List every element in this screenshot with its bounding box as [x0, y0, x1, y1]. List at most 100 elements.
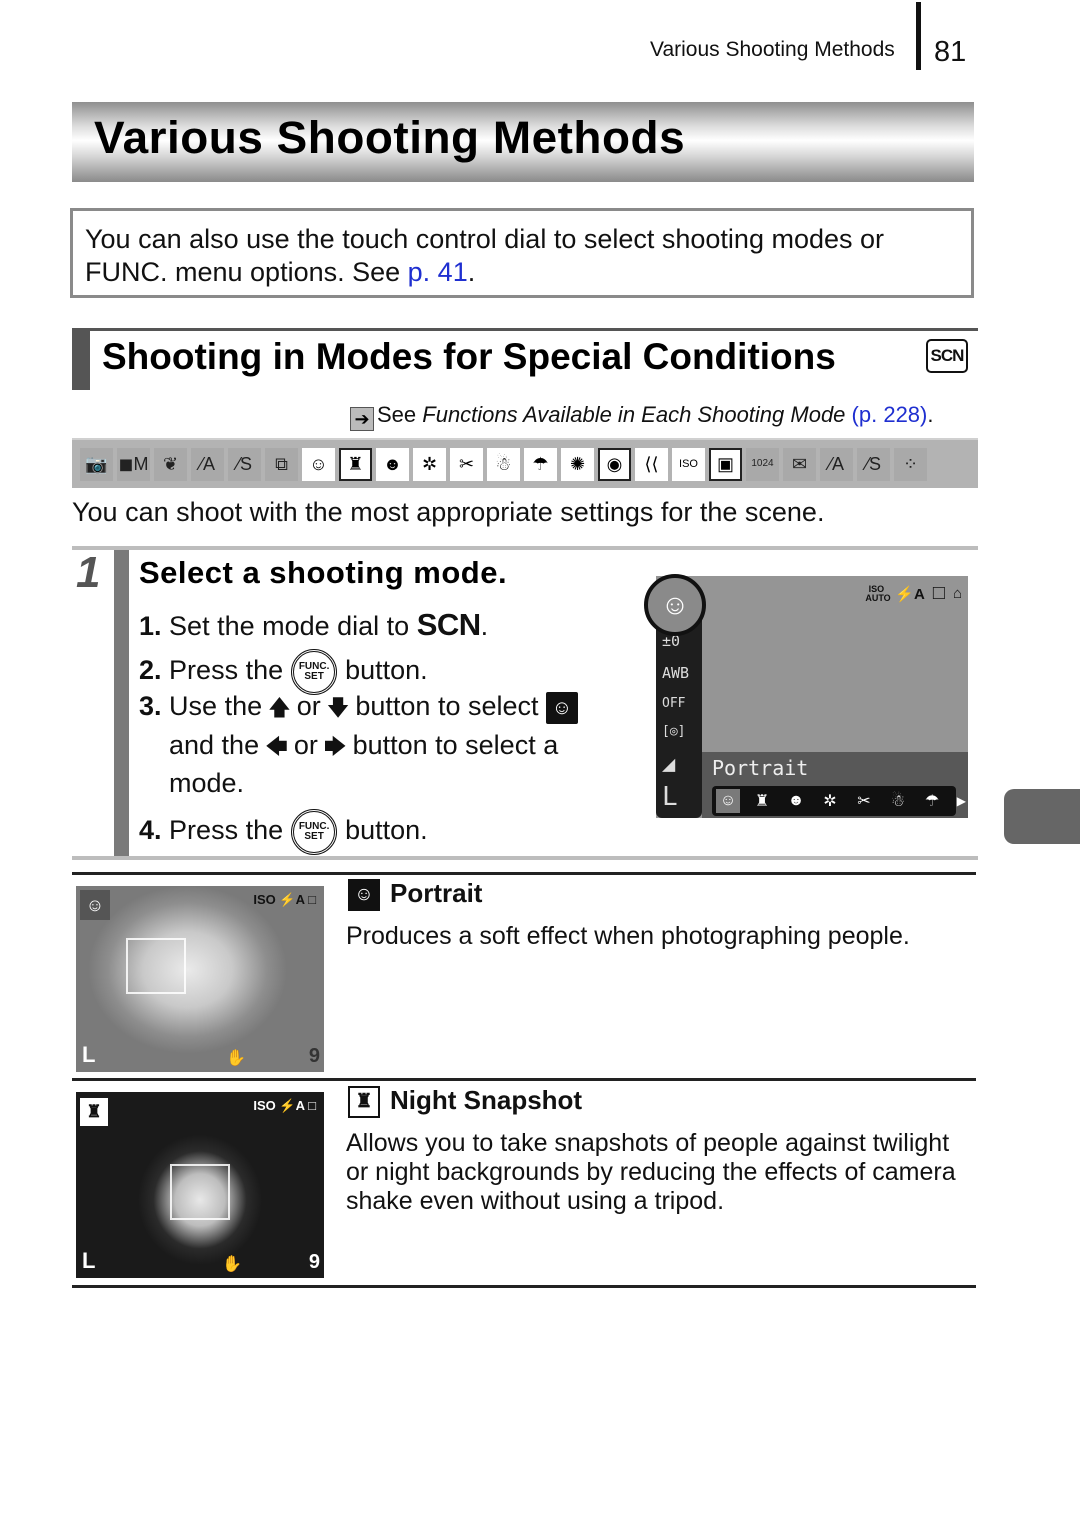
cross-reference: ➔ See Functions Available in Each Shootin…: [350, 402, 934, 431]
mode-description: Allows you to take snapshots of people a…: [346, 1129, 956, 1215]
digital-macro-icon: ❦: [154, 447, 187, 481]
substep-1: 1. Set the mode dial to SCN.: [139, 607, 488, 643]
page-41-link[interactable]: p. 41: [408, 257, 468, 287]
step-bottom-rule: [72, 856, 978, 860]
lcd-kids-pets-icon: ☻: [787, 792, 805, 809]
mode-name: Portrait: [390, 878, 483, 908]
note-box: You can also use the touch control dial …: [70, 208, 974, 298]
func-set-button-icon: FUNC. SET: [291, 649, 338, 695]
page-number: 81: [934, 36, 967, 68]
camera-shake-icon: ✋: [222, 1256, 242, 1273]
beach-icon: ☂: [524, 447, 557, 481]
see-topic: Functions Available in Each Shooting Mod…: [422, 402, 846, 427]
status-icons: ISO ⚡A □: [253, 892, 316, 908]
aquarium-icon: ◉: [598, 447, 631, 481]
mode-heading-night-snapshot: ♜ Night Snapshot: [348, 1085, 583, 1119]
iso-3200-icon: ISO: [672, 447, 705, 481]
scn-dial-icon: SCN: [416, 607, 481, 642]
substep-text: button to select: [355, 691, 539, 721]
shots-remaining: 9: [308, 1045, 320, 1067]
chapter-title: Various Shooting Methods: [94, 112, 686, 163]
camera-lcd-screen: ±0 AWB OFF [◎] ◢ L ☺ ISO AUTO ⚡A □ ⌂ Por…: [644, 574, 968, 818]
scroll-right-icon: ▶: [956, 794, 966, 808]
mode-icon-strip: 📷 ◼M ❦ ⁄A ⁄S ⧉ ☺ ♜ ☻ ✲ ✂ ☃ ☂ ✺ ◉ ⟨⟨ ISO ▣ 1024 ✉ ⁄A ⁄S ⁘: [72, 438, 978, 488]
substep-text: Press the: [169, 815, 284, 846]
header-divider: [916, 2, 921, 70]
note-text: You can also use the touch control dial …: [85, 223, 965, 289]
flash-auto-icon: ⚡A: [895, 585, 925, 603]
row-rule: [72, 1285, 976, 1288]
movie-email-icon: ✉: [783, 447, 816, 481]
night-snapshot-icon: ♜: [80, 1098, 108, 1126]
resolution-label: L: [82, 1042, 96, 1067]
portrait-mode-icon: ☺: [348, 879, 380, 912]
note-text-body: You can also use the touch control dial …: [85, 224, 885, 287]
substep-4: 4. Press the FUNC. SET button.: [139, 809, 428, 855]
indoor-icon: ✲: [413, 447, 446, 481]
lcd-status-icons: ISO AUTO ⚡A □ ⌂: [865, 582, 962, 605]
resolution-label: L: [662, 782, 678, 812]
mode-heading-portrait: ☺ Portrait: [348, 878, 483, 912]
step-number: 1: [76, 548, 101, 597]
see-prefix: See: [377, 402, 423, 427]
row-rule: [72, 872, 976, 875]
substep-number: 3.: [139, 691, 162, 721]
lcd-beach-icon: ☂: [924, 793, 940, 810]
portrait-mode-icon: ☺: [546, 691, 579, 724]
iso-auto-icon: ISO AUTO: [865, 583, 891, 603]
substep-number: 2.: [139, 655, 162, 686]
step-title: Select a shooting mode.: [139, 555, 508, 590]
stitch-assist-icon: ⧉: [265, 447, 298, 481]
portrait-icon: ☺: [302, 447, 335, 481]
night-snapshot-icon: ♜: [339, 447, 372, 481]
auto-camera-icon: 📷: [80, 447, 113, 481]
portrait-sample-photo: ☺ ISO ⚡A □ L ✋ 9: [76, 886, 324, 1072]
set-label: SET: [304, 831, 324, 842]
section-marker-bar: [72, 328, 90, 390]
lcd-snow-icon: ☃: [890, 793, 906, 810]
arrow-down-icon: 🡇: [326, 695, 350, 720]
resolution-label: L: [82, 1248, 96, 1273]
substep-text-end: button.: [345, 655, 428, 686]
substep-text: Use the: [169, 691, 263, 721]
shots-remaining: 9: [308, 1251, 320, 1273]
flash-auto-icon: ⚡A: [279, 892, 305, 907]
metering-icon: [◎]: [662, 724, 686, 739]
section-rule: [72, 328, 978, 331]
kids-pets-icon: ☻: [376, 447, 409, 481]
drive-mode-icon: □: [932, 582, 945, 604]
lcd-mode-selector: Portrait ☺ ♜ ☻ ✲ ✂ ☃ ☂ ▶: [702, 752, 968, 818]
movie-1024-icon: 1024: [746, 447, 779, 481]
chapter-side-tab[interactable]: [1004, 789, 1080, 844]
foliage-icon: ✂: [450, 447, 483, 481]
row-rule: [72, 1078, 976, 1081]
face-detect-frame: [170, 1164, 230, 1220]
my-colors-label: OFF: [662, 696, 686, 711]
fireworks-icon: ✺: [561, 447, 594, 481]
page-228-link[interactable]: (p. 228): [852, 402, 928, 427]
face-detect-frame: [126, 938, 186, 994]
night-snapshot-icon: ♜: [348, 1086, 380, 1119]
section-title: Shooting in Modes for Special Conditions: [102, 336, 836, 377]
drive-mode-icon: □: [308, 892, 316, 907]
lcd-foliage-icon: ✂: [857, 793, 871, 810]
substep-2: 2. Press the FUNC. SET button.: [139, 649, 428, 695]
night-snapshot-sample-photo: ♜ ISO ⚡A □ L ✋ 9: [76, 1092, 324, 1278]
scn-mode-icon: SCN: [926, 339, 968, 373]
flash-auto-icon: ⚡A: [279, 1098, 305, 1113]
arrow-up-icon: 🡅: [268, 695, 291, 720]
running-header-title: Various Shooting Methods: [650, 38, 895, 61]
lcd-indoor-icon: ✲: [823, 793, 837, 810]
color-accent-icon: ⁄A: [191, 447, 224, 481]
movie-color-accent-icon: ⁄A: [820, 447, 853, 481]
mode-description: Produces a soft effect when photographin…: [346, 922, 910, 950]
arrow-right-icon: ➔: [350, 407, 374, 431]
func-set-button-icon: FUNC. SET: [291, 809, 338, 855]
substep-period: .: [480, 611, 489, 641]
movie-color-swap-icon: ⁄S: [857, 447, 890, 481]
substep-number: 4.: [139, 815, 162, 846]
movie-standard-icon: ▣: [709, 447, 742, 481]
mode-name: Night Snapshot: [390, 1085, 583, 1115]
lcd-night-snapshot-icon: ♜: [754, 793, 770, 810]
iso-auto-icon: ISO: [253, 892, 276, 907]
